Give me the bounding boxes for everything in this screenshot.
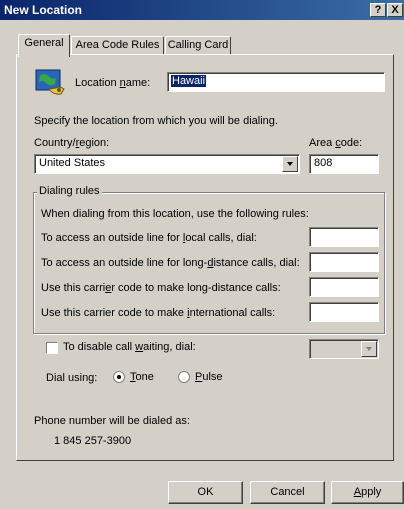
- carrier-international-input[interactable]: [309, 302, 379, 322]
- area-code-input[interactable]: 808: [309, 154, 379, 174]
- local-calls-input[interactable]: [309, 227, 379, 247]
- carrier-long-distance-label: Use this carrier code to make long-dista…: [41, 282, 281, 294]
- long-distance-input[interactable]: [309, 252, 379, 272]
- apply-button[interactable]: Apply: [331, 481, 404, 504]
- dialing-rules-group-label: Dialing rules: [37, 185, 102, 197]
- tab-area-code-rules[interactable]: Area Code Rules: [71, 36, 164, 56]
- chevron-down-icon: [366, 347, 372, 351]
- dial-using-label: Dial using:: [46, 372, 98, 384]
- call-waiting-label: To disable call waiting, dial:: [63, 341, 196, 353]
- tab-calling-card-label: Calling Card: [167, 39, 229, 51]
- window-title: New Location: [4, 3, 83, 17]
- tab-general[interactable]: General: [18, 34, 70, 57]
- area-code-label: Area code:: [309, 137, 363, 149]
- country-region-label: Country/region:: [34, 137, 110, 149]
- help-button[interactable]: ?: [370, 3, 386, 17]
- call-waiting-checkbox[interactable]: [46, 342, 58, 354]
- location-name-value: Hawaii: [171, 75, 207, 87]
- call-waiting-dropdown-button[interactable]: [361, 341, 377, 357]
- close-button[interactable]: X: [387, 3, 403, 17]
- tone-label: Tone: [130, 371, 154, 383]
- new-location-dialog: New Location ? X General Area Code Rules…: [0, 0, 404, 509]
- pulse-radio[interactable]: [178, 371, 190, 383]
- area-code-value: 808: [314, 157, 333, 169]
- phone-dialed-as-label: Phone number will be dialed as:: [34, 415, 190, 427]
- location-name-label: Location name:: [75, 77, 151, 89]
- location-name-input[interactable]: Hawaii: [167, 72, 385, 92]
- country-region-value: United States: [39, 157, 106, 169]
- dialing-rules-intro: When dialing from this location, use the…: [41, 208, 309, 220]
- tab-general-label: General: [24, 37, 64, 49]
- carrier-long-distance-input[interactable]: [309, 277, 379, 297]
- long-distance-label: To access an outside line for long-dista…: [41, 257, 300, 269]
- country-region-select[interactable]: United States: [34, 154, 300, 174]
- country-dropdown-button[interactable]: [282, 156, 298, 172]
- chevron-down-icon: [287, 162, 293, 166]
- cancel-button[interactable]: Cancel: [250, 481, 325, 504]
- local-calls-label: To access an outside line for local call…: [41, 232, 257, 244]
- specify-location-text: Specify the location from which you will…: [34, 115, 278, 127]
- ok-button[interactable]: OK: [168, 481, 243, 504]
- tone-radio[interactable]: [113, 371, 125, 383]
- call-waiting-select[interactable]: [309, 339, 379, 359]
- pulse-label: Pulse: [195, 371, 223, 383]
- location-globe-phone-icon: [35, 69, 65, 95]
- carrier-international-label: Use this carrier code to make internatio…: [41, 307, 276, 319]
- general-tab-panel: Location name: Hawaii Specify the locati…: [16, 54, 394, 461]
- tab-area-code-rules-label: Area Code Rules: [75, 39, 160, 51]
- tab-calling-card[interactable]: Calling Card: [165, 36, 231, 56]
- phone-dialed-as-value: 1 845 257-3900: [54, 435, 132, 447]
- title-bar: New Location ? X: [0, 0, 404, 20]
- tone-radio-dot: [117, 375, 121, 379]
